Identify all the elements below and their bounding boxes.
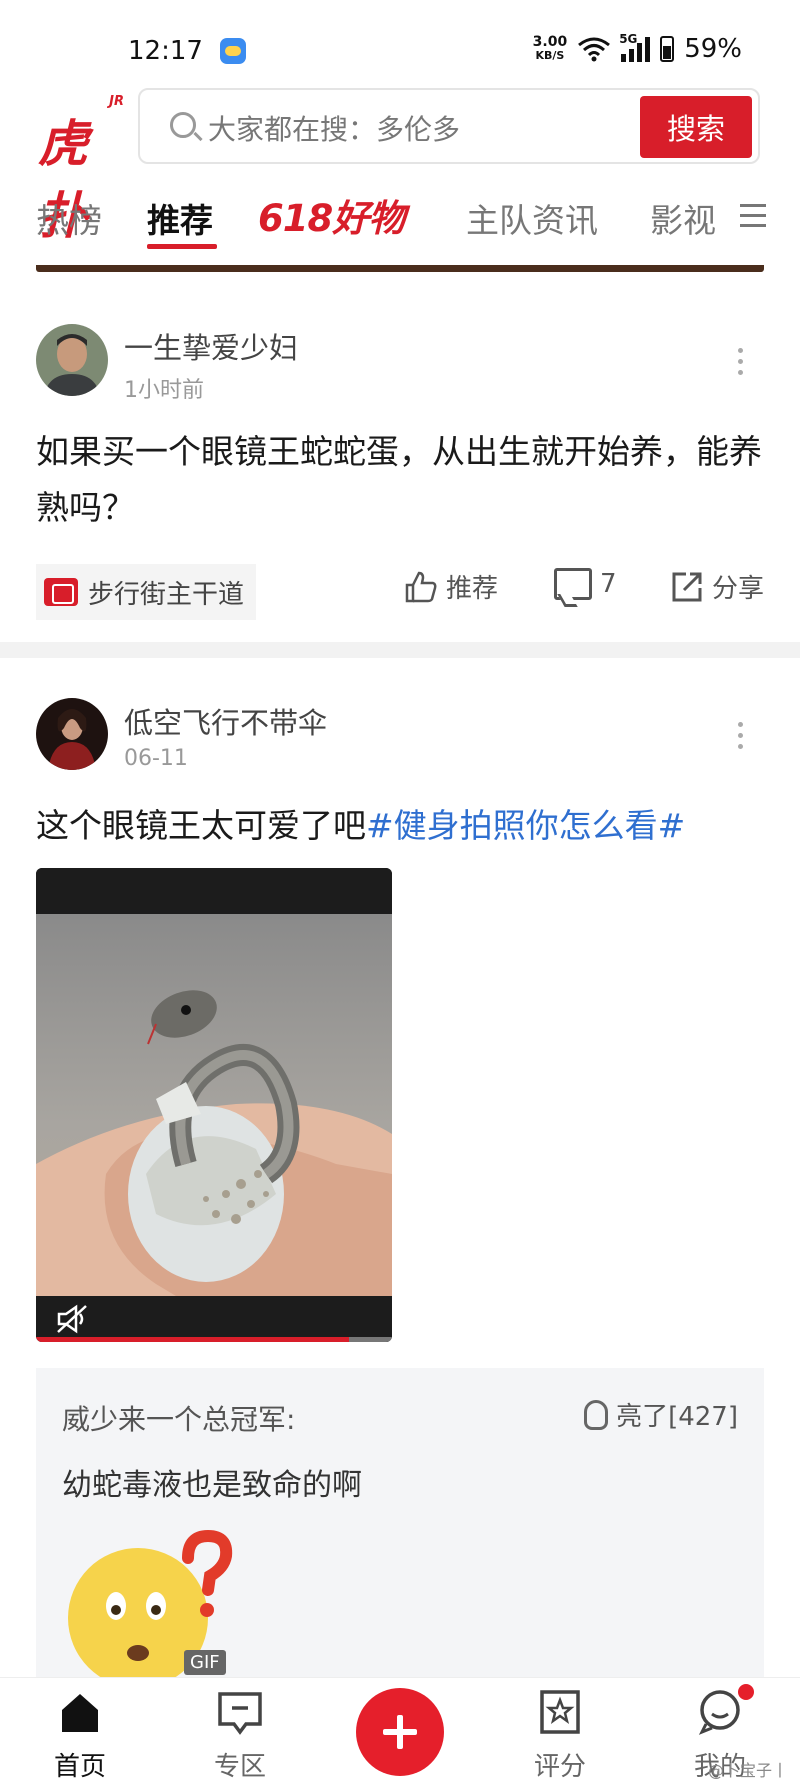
tab-hot[interactable]: 热榜 [36,194,102,242]
mute-icon[interactable] [56,1304,92,1334]
video-controls [36,1296,392,1342]
more-options-icon[interactable] [738,348,744,381]
hashtag-link[interactable]: #健身拍照你怎么看# [366,806,685,845]
post-time: 1小时前 [124,378,204,403]
tab-618-deals[interactable]: 618好物 [258,188,405,242]
comment-text: 幼蛇毒液也是致命的啊 [62,1468,362,1503]
feed-divider [0,642,800,658]
home-icon [62,1694,98,1732]
post-author[interactable]: 一生挚爱少妇 [124,325,298,367]
wifi-icon [578,37,611,62]
video-progress-fill [36,1337,350,1342]
bottom-navigation: 首页 专区 评分 我的 @卜宝子丨 [0,1677,800,1787]
banner-edge [36,265,764,272]
post-text[interactable]: 如果买一个眼镜王蛇蛇蛋，从出生就开始养，能养熟吗？ [36,424,764,536]
light-count-label: 亮了[427] [616,1402,738,1432]
avatar[interactable] [36,698,108,770]
nav-home[interactable]: 首页 [30,1688,130,1783]
recommend-label: 推荐 [446,574,499,604]
nav-home-label: 首页 [53,1752,106,1782]
net-speed: 3.00 KB/S [533,35,568,63]
light-count[interactable]: 亮了[427] [584,1396,738,1433]
rating-icon [540,1690,580,1734]
thumbs-up-icon [405,571,437,602]
nav-rating[interactable]: 评分 [510,1688,610,1783]
status-bar: 12:17 3.00 KB/S 5G 59% [0,0,800,90]
cell-signal: 5G [619,32,651,62]
comment-count: 7 [600,569,617,599]
lightbulb-icon [584,1399,609,1430]
network-type: 5G [619,32,638,46]
comment-button[interactable]: 7 [554,568,617,600]
net-speed-value: 3.00 [532,34,568,50]
search-bar[interactable]: 大家都在搜：多伦多 搜索 [138,88,760,164]
hot-comment-card[interactable]: 威少来一个总冠军: 亮了[427] 幼蛇毒液也是致命的啊 GIF [36,1368,764,1688]
hupu-logo[interactable]: JR 虎扑 [38,94,124,245]
board-icon [44,578,78,606]
app-header: JR 虎扑 大家都在搜：多伦多 搜索 [0,88,800,245]
search-icon [170,112,196,138]
comment-author[interactable]: 威少来一个总冠军: [62,1398,295,1438]
nav-zone[interactable]: 专区 [190,1688,290,1783]
tab-movies[interactable]: 影视 [650,194,716,242]
menu-icon[interactable] [740,204,766,228]
board-tag[interactable]: 步行街主干道 [36,564,257,620]
share-label: 分享 [712,574,765,604]
nav-rating-label: 评分 [533,1752,586,1782]
share-icon [672,572,702,601]
video-progress-bar[interactable] [36,1337,392,1342]
battery-icon [660,36,675,62]
status-right: 3.00 KB/S 5G 59% [533,32,742,64]
nav-zone-label: 专区 [213,1752,266,1782]
comment-icon [554,568,592,600]
post-author[interactable]: 低空飞行不带伞 [124,700,327,742]
post-text[interactable]: 这个眼镜王太可爱了吧#健身拍照你怎么看# [36,798,764,854]
status-time: 12:17 [128,36,203,66]
search-placeholder[interactable]: 大家都在搜：多伦多 [208,108,460,148]
notification-dot [738,1684,754,1700]
gif-badge: GIF [184,1650,226,1675]
zone-icon [218,1692,262,1735]
channel-tabs: 热榜 推荐 618好物 主队资讯 影视 [0,188,800,249]
tab-team-news[interactable]: 主队资讯 [466,194,598,242]
post-time: 06-11 [124,746,188,771]
watermark: @卜宝子丨 [707,1761,788,1780]
post-create-button[interactable] [356,1688,444,1776]
active-tab-indicator [147,244,217,249]
search-button[interactable]: 搜索 [640,96,752,158]
net-speed-unit: KB/S [535,49,565,62]
tab-recommend[interactable]: 推荐 [147,194,213,242]
avatar-image [36,698,108,770]
post-text-body: 这个眼镜王太可爱了吧 [36,806,366,845]
share-button[interactable]: 分享 [670,568,764,605]
video-frame-snake-egg [36,914,392,1296]
board-label: 步行街主干道 [88,579,245,610]
weather-app-icon [220,38,246,64]
avatar[interactable] [36,324,108,396]
battery-percent: 59% [684,34,742,64]
avatar-image [36,324,108,396]
more-options-icon[interactable] [738,722,744,755]
video-player[interactable] [36,868,392,1342]
recommend-button[interactable]: 推荐 [404,568,498,605]
profile-icon [698,1690,740,1735]
video-top-bar [36,868,392,914]
